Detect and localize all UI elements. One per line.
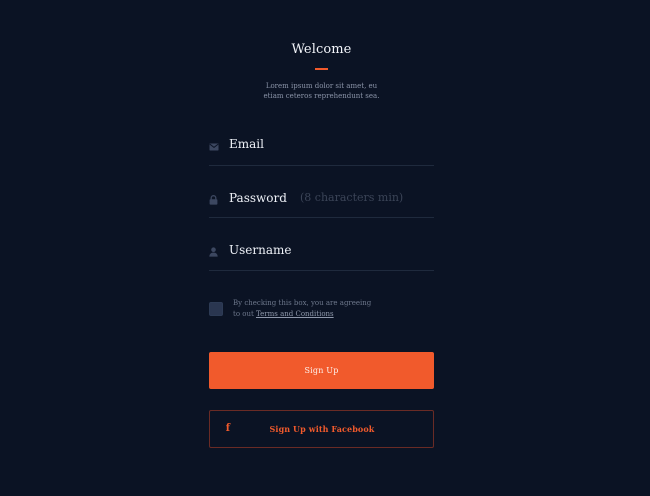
consent-line-2-prefix: to out — [233, 310, 257, 318]
subtitle-line-1: Lorem ipsum dolor sit amet, eu — [265, 82, 378, 90]
envelope-icon — [209, 143, 219, 153]
consent-line-2: to out Terms and Conditions — [233, 309, 423, 320]
username-label: Username — [229, 243, 292, 257]
title-underline — [315, 68, 328, 70]
page-subtitle: Lorem ipsum dolor sit amet, eu etiam cet… — [209, 81, 434, 101]
terms-checkbox[interactable] — [209, 302, 223, 316]
email-field[interactable]: Email — [209, 113, 434, 166]
consent-line-1: By checking this box, you are agreeing — [233, 299, 372, 307]
password-label: Password — [229, 191, 287, 205]
page-title: Welcome — [291, 42, 352, 57]
lock-icon — [209, 195, 219, 205]
facebook-icon: f — [225, 423, 231, 434]
terms-consent-text: By checking this box, you are agreeing t… — [233, 298, 423, 320]
password-hint: (8 characters min) — [300, 191, 404, 204]
facebook-signup-label: Sign Up with Facebook — [269, 424, 375, 434]
terms-link[interactable]: Terms and Conditions — [256, 310, 334, 318]
user-icon — [209, 247, 219, 257]
subtitle-line-2: etiam ceteros reprehendunt sea. — [263, 92, 380, 100]
signup-button[interactable]: Sign Up — [209, 352, 434, 389]
username-field[interactable]: Username — [209, 218, 434, 271]
email-label: Email — [229, 137, 264, 151]
password-field[interactable]: Password (8 characters min) — [209, 165, 434, 218]
facebook-signup-button[interactable]: f Sign Up with Facebook — [209, 410, 434, 448]
